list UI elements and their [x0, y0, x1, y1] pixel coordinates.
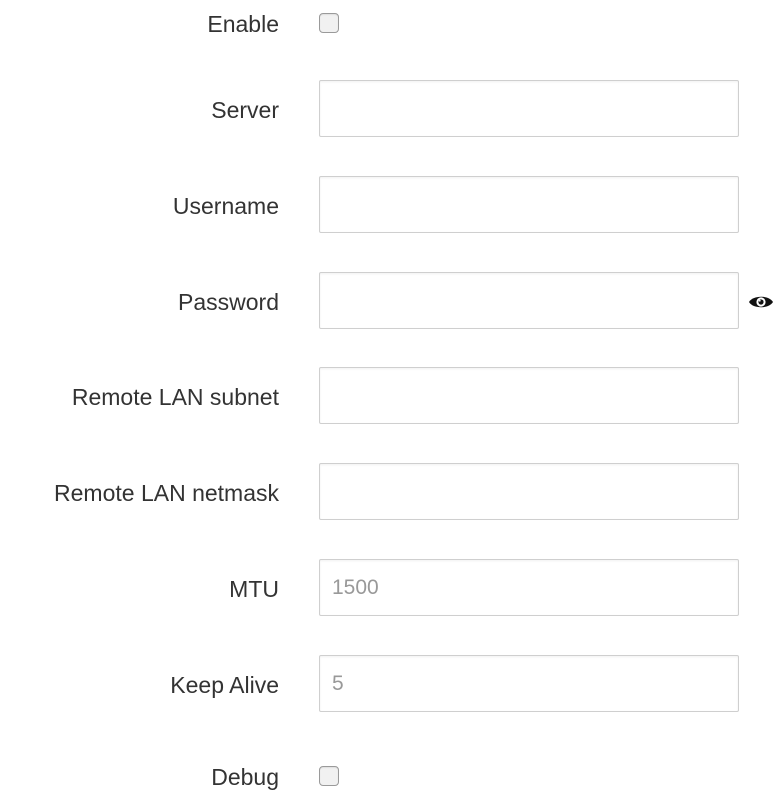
- mtu-label: MTU: [229, 576, 279, 602]
- username-label: Username: [172, 193, 279, 219]
- keep-alive-label: Keep Alive: [170, 672, 279, 698]
- enable-label: Enable: [207, 11, 279, 37]
- enable-checkbox[interactable]: [319, 13, 339, 33]
- remote-lan-subnet-label: Remote LAN subnet: [71, 384, 279, 410]
- password-label: Password: [178, 289, 279, 315]
- mtu-input[interactable]: [319, 559, 739, 616]
- remote-lan-netmask-input[interactable]: [319, 463, 739, 520]
- mtu-row: MTU: [0, 559, 774, 616]
- remote-lan-subnet-input[interactable]: [319, 367, 739, 424]
- keep-alive-input[interactable]: [319, 655, 739, 712]
- password-input[interactable]: [319, 272, 739, 329]
- remote-lan-subnet-row: Remote LAN subnet: [0, 367, 774, 424]
- remote-lan-netmask-row: Remote LAN netmask: [0, 463, 774, 520]
- username-input[interactable]: [319, 176, 739, 233]
- debug-checkbox[interactable]: [319, 766, 339, 786]
- remote-lan-netmask-label: Remote LAN netmask: [54, 480, 279, 506]
- password-row: Password: [0, 272, 774, 329]
- debug-row: Debug: [0, 762, 774, 792]
- enable-row: Enable: [0, 9, 774, 39]
- username-row: Username: [0, 176, 774, 233]
- server-label: Server: [211, 97, 279, 123]
- debug-label: Debug: [211, 764, 279, 790]
- eye-icon[interactable]: [748, 293, 774, 311]
- server-row: Server: [0, 80, 774, 137]
- keep-alive-row: Keep Alive: [0, 655, 774, 712]
- server-input[interactable]: [319, 80, 739, 137]
